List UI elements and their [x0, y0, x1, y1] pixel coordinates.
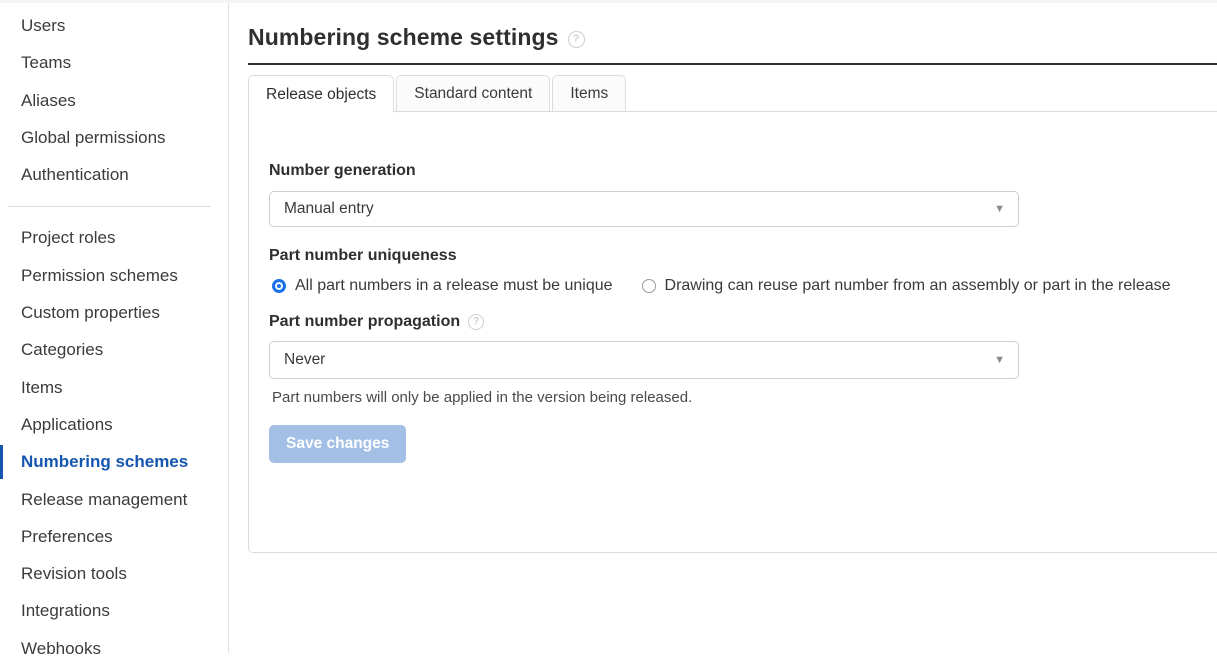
sidebar-item-applications[interactable]: Applications — [0, 406, 228, 443]
part-number-propagation-value: Never — [284, 351, 326, 368]
sidebar-item-users[interactable]: Users — [0, 7, 228, 44]
tab-label: Items — [570, 85, 609, 102]
tab-label: Standard content — [414, 85, 533, 102]
sidebar-item-numbering-schemes[interactable]: Numbering schemes — [0, 443, 228, 480]
question-circle-icon[interactable]: ? — [468, 314, 485, 330]
propagation-hint-text: Part numbers will only be applied in the… — [272, 389, 693, 406]
sidebar-item-release-management[interactable]: Release management — [0, 481, 228, 518]
sidebar-item-label: Numbering schemes — [21, 452, 189, 472]
tab-items[interactable]: Items — [552, 75, 627, 112]
radio-label: Drawing can reuse part number from an as… — [664, 277, 1171, 294]
tab-release-objects[interactable]: Release objects — [248, 75, 395, 113]
sidebar-item-global-permissions[interactable]: Global permissions — [0, 119, 228, 156]
main-content: Numbering scheme settings ? Release obje… — [229, 3, 1217, 653]
chevron-down-icon: ▼ — [994, 353, 1005, 366]
part-number-propagation-label: Part number propagation ? — [269, 313, 1217, 331]
sidebar-item-label: Categories — [21, 340, 104, 360]
radio-label: All part numbers in a release must be un… — [295, 277, 613, 294]
sidebar-item-label: Authentication — [21, 165, 129, 185]
sidebar-item-categories[interactable]: Categories — [0, 331, 228, 368]
sidebar-divider — [8, 206, 211, 208]
sidebar-item-revision-tools[interactable]: Revision tools — [0, 555, 228, 592]
page-header: Numbering scheme settings ? — [229, 3, 1217, 51]
sidebar-item-label: Items — [21, 377, 63, 397]
sidebar-item-integrations[interactable]: Integrations — [0, 592, 228, 629]
label-text: Number generation — [269, 162, 416, 179]
sidebar-item-project-roles[interactable]: Project roles — [0, 219, 228, 256]
number-generation-value: Manual entry — [284, 200, 374, 217]
sidebar-item-label: Custom properties — [21, 303, 160, 323]
release-objects-panel: Number generation Manual entry ▼ Part nu… — [248, 111, 1217, 553]
radio-indicator[interactable] — [641, 279, 656, 293]
chevron-down-icon: ▼ — [994, 202, 1005, 215]
sidebar-item-label: Teams — [21, 53, 72, 73]
sidebar-item-label: Release management — [21, 489, 188, 509]
tab-bar: Release objects Standard content Items — [248, 75, 1217, 113]
question-circle-icon[interactable]: ? — [567, 30, 585, 48]
sidebar-item-authentication[interactable]: Authentication — [0, 156, 228, 193]
radio-indicator[interactable] — [272, 279, 286, 293]
tab-standard-content[interactable]: Standard content — [396, 75, 551, 112]
app-layout: Users Teams Aliases Global permissions A… — [0, 3, 1217, 658]
sidebar-item-webhooks[interactable]: Webhooks — [0, 630, 228, 667]
sidebar-item-label: Aliases — [21, 90, 76, 110]
sidebar-item-label: Revision tools — [21, 564, 127, 584]
sidebar-item-label: Integrations — [21, 601, 110, 621]
number-generation-label: Number generation — [269, 162, 1217, 180]
part-number-uniqueness-radio-group: All part numbers in a release must be un… — [272, 277, 1217, 295]
sidebar-item-permission-schemes[interactable]: Permission schemes — [0, 257, 228, 294]
sidebar-item-preferences[interactable]: Preferences — [0, 518, 228, 555]
save-changes-button[interactable]: Save changes — [269, 425, 407, 463]
page-title: Numbering scheme settings — [248, 24, 559, 50]
sidebar-item-teams[interactable]: Teams — [0, 44, 228, 81]
part-number-propagation-select[interactable]: Never ▼ — [269, 341, 1019, 379]
sidebar-item-label: Permission schemes — [21, 265, 178, 285]
part-number-uniqueness-label: Part number uniqueness — [269, 247, 1217, 265]
sidebar-item-aliases[interactable]: Aliases — [0, 82, 228, 119]
sidebar-item-custom-properties[interactable]: Custom properties — [0, 294, 228, 331]
label-text: Part number propagation — [269, 313, 461, 330]
sidebar-item-label: Global permissions — [21, 127, 166, 147]
tab-label: Release objects — [266, 86, 377, 103]
settings-sidebar: Users Teams Aliases Global permissions A… — [0, 3, 229, 658]
sidebar-item-label: Users — [21, 16, 66, 35]
label-text: Part number uniqueness — [269, 247, 457, 264]
radio-option-drawing-reuse[interactable]: Drawing can reuse part number from an as… — [641, 277, 1171, 295]
sidebar-item-label: Webhooks — [21, 638, 102, 658]
radio-option-unique-part-numbers[interactable]: All part numbers in a release must be un… — [272, 277, 613, 295]
sidebar-item-label: Preferences — [21, 526, 113, 546]
sidebar-item-label: Project roles — [21, 228, 116, 248]
sidebar-item-label: Applications — [21, 414, 113, 434]
number-generation-select[interactable]: Manual entry ▼ — [269, 191, 1019, 227]
sidebar-item-items[interactable]: Items — [0, 369, 228, 406]
title-underline-rule — [248, 63, 1217, 65]
